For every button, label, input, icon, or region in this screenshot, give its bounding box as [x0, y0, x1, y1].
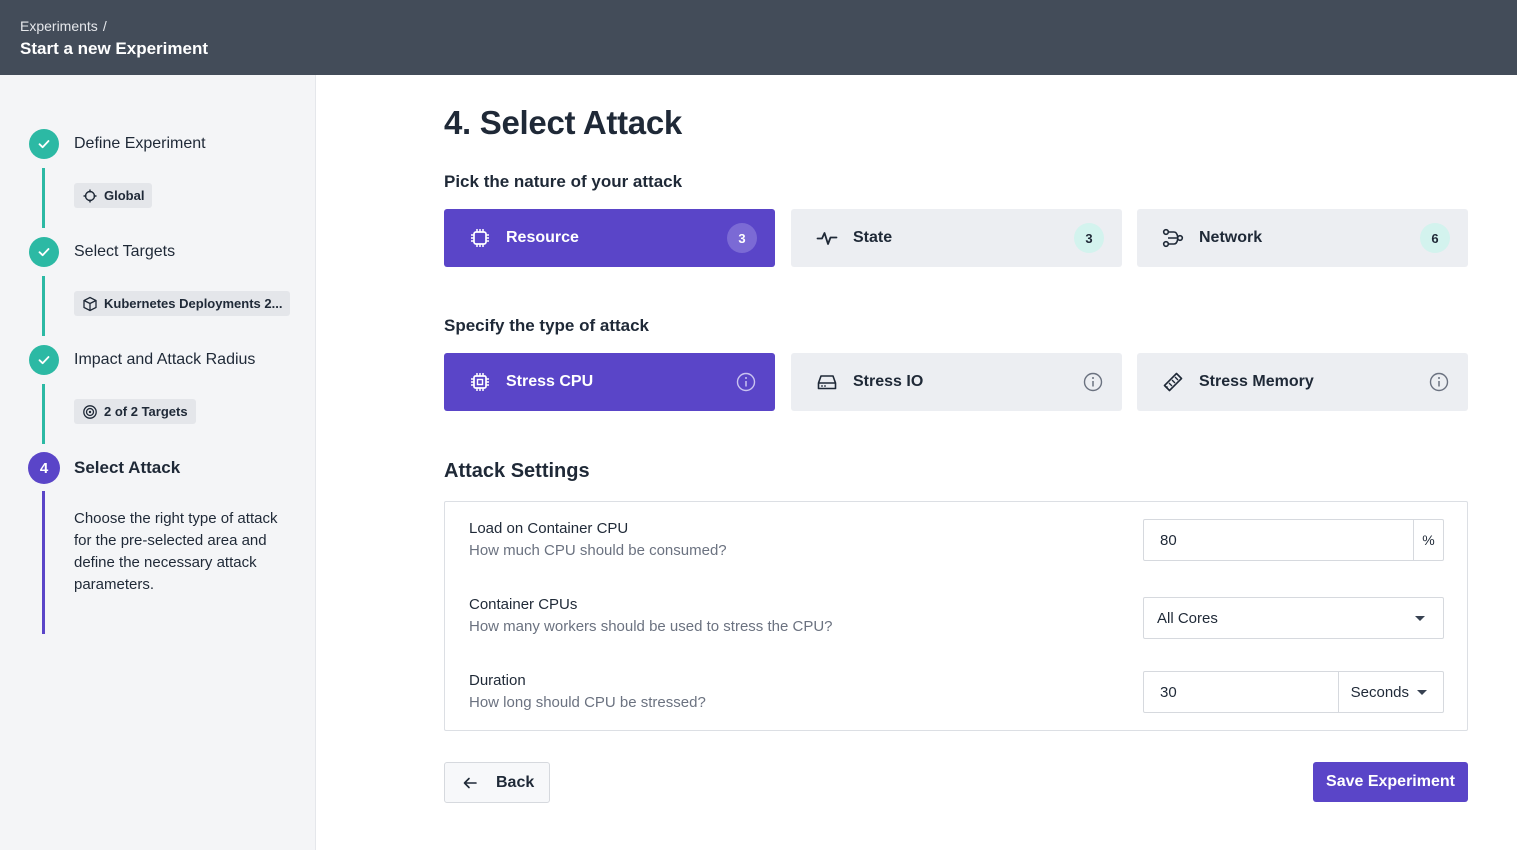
- breadcrumb-separator: /: [102, 18, 107, 34]
- step-3-chip: 2 of 2 Targets: [74, 399, 196, 424]
- percent-unit: %: [1413, 520, 1443, 560]
- type-label: Specify the type of attack: [444, 316, 650, 335]
- nature-card-label: Resource: [506, 229, 579, 246]
- kubernetes-icon: [83, 296, 97, 311]
- step-1-connector: [42, 168, 45, 228]
- type-card-stress-memory[interactable]: Stress Memory: [1137, 353, 1468, 411]
- back-button[interactable]: Back: [444, 762, 550, 803]
- step-2-chip: Kubernetes Deployments 2...: [74, 291, 291, 316]
- step-4-number-badge: 4: [28, 452, 60, 484]
- arrow-left-icon: [463, 777, 477, 788]
- top-header: Experiments / Start a new Experiment: [0, 0, 1517, 75]
- breadcrumb-experiments-link[interactable]: Experiments: [20, 18, 98, 34]
- info-icon[interactable]: [1082, 371, 1104, 393]
- hard-drive-icon: [815, 370, 839, 394]
- cpu-load-input[interactable]: 80 %: [1143, 519, 1444, 561]
- info-icon[interactable]: [1428, 371, 1450, 393]
- nature-card-network[interactable]: Network 6: [1137, 209, 1468, 267]
- chevron-down-icon: [1417, 689, 1427, 695]
- setting-cpus-help: How many workers should be used to stres…: [469, 618, 833, 635]
- nature-count-badge: 3: [727, 223, 757, 253]
- info-icon[interactable]: [735, 371, 757, 393]
- step-4-description: Choose the right type of attack for the …: [74, 510, 278, 593]
- section-title: 4. Select Attack: [444, 104, 682, 141]
- memory-icon: [1161, 370, 1185, 394]
- breadcrumb: Experiments /: [20, 18, 1497, 34]
- setting-cpus-label: Container CPUs: [469, 596, 578, 613]
- step-select-targets[interactable]: Select Targets: [74, 243, 175, 261]
- setting-cpus: Container CPUs How many workers should b…: [469, 594, 833, 638]
- nature-card-resource[interactable]: Resource 3: [444, 209, 775, 267]
- nature-card-state[interactable]: State 3: [791, 209, 1122, 267]
- nature-label: Pick the nature of your attack: [444, 172, 683, 191]
- setting-duration-label: Duration: [469, 672, 526, 689]
- duration-unit-value: Seconds: [1350, 683, 1409, 701]
- duration-value: 30: [1160, 683, 1177, 701]
- duration-unit-select[interactable]: Seconds: [1337, 672, 1443, 712]
- setting-load-label: Load on Container CPU: [469, 520, 629, 537]
- type-card-stress-io[interactable]: Stress IO: [791, 353, 1122, 411]
- pulse-icon: [815, 226, 839, 250]
- step-3-connector: [42, 384, 45, 444]
- cpu-load-value: 80: [1160, 531, 1177, 549]
- chevron-down-icon: [1415, 615, 1425, 621]
- step-define-experiment[interactable]: Define Experiment: [74, 135, 206, 153]
- stepper-sidebar: Define Experiment Global Select Targets …: [0, 75, 316, 850]
- type-card-label: Stress Memory: [1199, 373, 1314, 390]
- type-card-label: Stress IO: [853, 373, 924, 390]
- network-icon: [1161, 226, 1185, 250]
- type-card-stress-cpu[interactable]: Stress CPU: [444, 353, 775, 411]
- setting-load: Load on Container CPU How much CPU shoul…: [469, 518, 727, 562]
- step-1-check-icon: [29, 129, 59, 159]
- cpu-icon: [468, 370, 492, 394]
- nature-card-label: Network: [1199, 229, 1263, 246]
- step-3-check-icon: [29, 345, 59, 375]
- container-cpus-select[interactable]: All Cores: [1143, 597, 1444, 639]
- step-impact-attack-radius[interactable]: Impact and Attack Radius: [74, 351, 255, 369]
- setting-duration-help: How long should CPU be stressed?: [469, 694, 706, 711]
- step-3-chip-label: 2 of 2 Targets: [104, 404, 188, 419]
- attack-settings-heading: Attack Settings: [444, 460, 590, 482]
- step-2-check-icon: [29, 237, 59, 267]
- step-1-chip: Global: [74, 183, 153, 208]
- nature-card-label: State: [853, 229, 893, 246]
- container-cpus-value: All Cores: [1157, 609, 1218, 627]
- step-2-connector: [42, 276, 45, 336]
- page-title: Start a new Experiment: [20, 39, 209, 58]
- cpu-chip-icon: [468, 226, 492, 250]
- nature-count-badge: 3: [1074, 223, 1104, 253]
- save-experiment-button[interactable]: Save Experiment: [1313, 762, 1468, 802]
- type-card-label: Stress CPU: [506, 373, 594, 390]
- setting-load-help: How much CPU should be consumed?: [469, 542, 727, 559]
- step-4-connector: [42, 491, 45, 634]
- step-1-chip-label: Global: [104, 188, 145, 203]
- setting-duration: Duration How long should CPU be stressed…: [469, 670, 706, 714]
- back-button-label: Back: [496, 773, 535, 791]
- nature-count-badge: 6: [1420, 223, 1450, 253]
- step-select-attack[interactable]: Select Attack: [74, 458, 180, 478]
- attack-settings-panel: Load on Container CPU How much CPU shoul…: [444, 501, 1468, 731]
- step-2-chip-label: Kubernetes Deployments 2...: [104, 296, 283, 311]
- target-icon: [83, 404, 97, 419]
- crosshair-icon: [83, 189, 97, 202]
- duration-input[interactable]: 30 Seconds: [1143, 671, 1444, 713]
